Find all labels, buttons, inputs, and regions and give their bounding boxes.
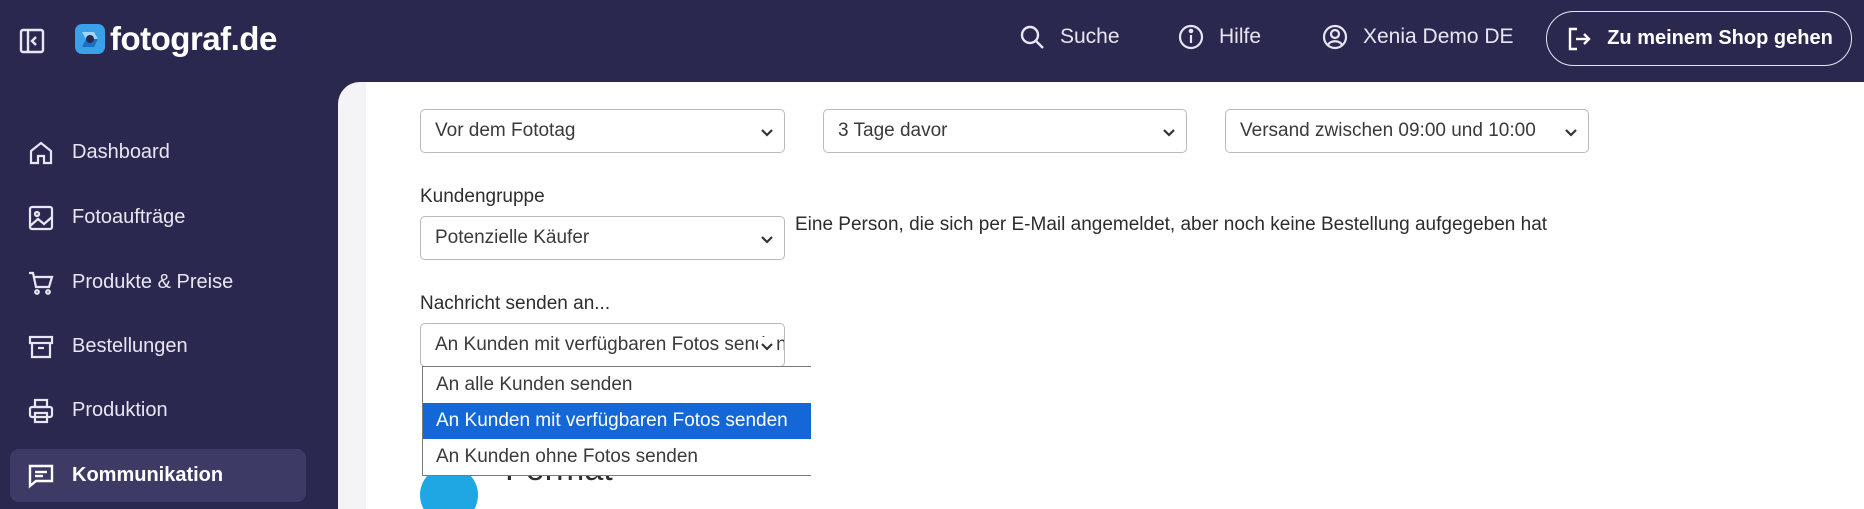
sidebar-toggle-icon[interactable] xyxy=(18,27,46,55)
image-icon xyxy=(28,205,54,230)
dropdown-option-selected[interactable]: An Kunden mit verfügbaren Fotos senden xyxy=(423,403,811,439)
sidebar: Dashboard Fotoaufträge Produkte & Preise… xyxy=(0,82,338,509)
customer-group-select[interactable]: Potenzielle Käufer xyxy=(420,216,785,260)
sidebar-item-fotoauftraege[interactable]: Fotoaufträge xyxy=(10,191,306,244)
chevron-down-icon xyxy=(1160,123,1178,141)
dropdown-option[interactable]: An alle Kunden senden xyxy=(423,367,811,403)
sidebar-item-kommunikation[interactable]: Kommunikation xyxy=(10,449,306,502)
chevron-down-icon xyxy=(758,337,776,355)
help-label: Hilfe xyxy=(1219,25,1262,48)
sidebar-item-label: Fotoaufträge xyxy=(72,206,186,228)
sidebar-item-produkte-preise[interactable]: Produkte & Preise xyxy=(10,256,306,309)
timing-when-select[interactable]: Vor dem Fototag xyxy=(420,109,785,153)
sidebar-item-produktion[interactable]: Produktion xyxy=(10,384,306,437)
search-link[interactable]: Suche xyxy=(1018,23,1120,51)
user-name: Xenia Demo DE xyxy=(1363,25,1514,48)
search-icon xyxy=(1020,25,1044,49)
sidebar-item-label: Bestellungen xyxy=(72,335,188,357)
help-link[interactable]: Hilfe xyxy=(1177,23,1261,51)
sidebar-item-label: Dashboard xyxy=(72,141,170,163)
customer-group-label: Kundengruppe xyxy=(420,186,545,207)
box-icon xyxy=(28,335,54,358)
user-icon xyxy=(1322,24,1348,50)
timing-window-select[interactable]: Versand zwischen 09:00 und 10:00 xyxy=(1225,109,1589,153)
select-value: Versand zwischen 09:00 und 10:00 xyxy=(1240,120,1536,141)
recipients-dropdown: An alle Kunden senden An Kunden mit verf… xyxy=(422,366,811,476)
brand-name: fotograf.de xyxy=(110,20,277,57)
select-value: 3 Tage davor xyxy=(838,120,948,141)
go-to-shop-button[interactable]: Zu meinem Shop gehen xyxy=(1546,11,1852,66)
select-value: Vor dem Fototag xyxy=(435,120,576,141)
timing-days-select[interactable]: 3 Tage davor xyxy=(823,109,1187,153)
printer-icon xyxy=(28,398,54,423)
select-value: An Kunden mit verfügbaren Fotos senden xyxy=(435,334,785,355)
select-value: Potenzielle Käufer xyxy=(435,227,590,248)
search-label: Suche xyxy=(1060,25,1120,48)
logout-icon xyxy=(1569,27,1591,50)
user-menu[interactable]: Xenia Demo DE xyxy=(1321,23,1514,51)
home-icon xyxy=(29,141,53,164)
sidebar-item-label: Produktion xyxy=(72,399,168,421)
brand-logo[interactable]: fotograf.de xyxy=(74,20,277,58)
recipients-select[interactable]: An Kunden mit verfügbaren Fotos senden xyxy=(420,323,785,367)
chevron-down-icon xyxy=(1562,123,1580,141)
sidebar-item-label: Produkte & Preise xyxy=(72,271,234,293)
chevron-down-icon xyxy=(758,230,776,248)
sidebar-item-bestellungen[interactable]: Bestellungen xyxy=(10,320,306,373)
aperture-icon xyxy=(75,24,105,54)
cart-icon xyxy=(29,271,54,295)
customer-group-description: Eine Person, die sich per E-Mail angemel… xyxy=(795,214,1548,235)
go-to-shop-label: Zu meinem Shop gehen xyxy=(1607,27,1833,49)
dropdown-option[interactable]: An Kunden ohne Fotos senden xyxy=(423,439,811,475)
info-icon xyxy=(1178,24,1204,50)
sidebar-item-label: Kommunikation xyxy=(72,464,224,486)
top-bar: fotograf.de Suche Hilfe Xenia Demo DE Zu… xyxy=(0,0,1864,82)
message-icon xyxy=(28,464,54,489)
recipients-label: Nachricht senden an... xyxy=(420,293,611,314)
chevron-down-icon xyxy=(758,123,776,141)
sidebar-item-dashboard[interactable]: Dashboard xyxy=(10,126,306,179)
